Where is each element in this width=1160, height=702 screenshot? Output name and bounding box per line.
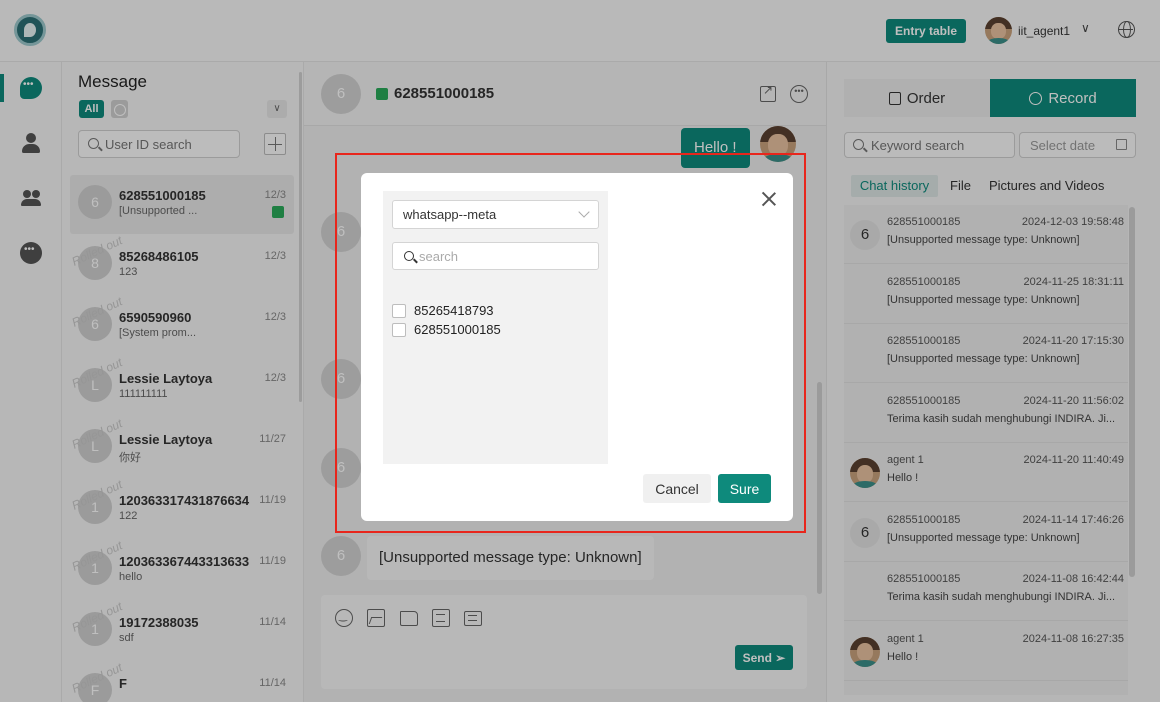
account-select[interactable]: whatsapp--meta — [392, 200, 599, 229]
app-root: Entry table iit_agent1 ∨ Message All ∨ 6… — [0, 0, 1160, 702]
select-account-dialog: whatsapp--meta 85265418793 628551000185 … — [361, 173, 793, 521]
chevron-down-icon — [578, 206, 590, 218]
account-select-value: whatsapp--meta — [403, 207, 497, 222]
option-checkbox[interactable] — [392, 304, 406, 318]
sure-button[interactable]: Sure — [718, 474, 771, 503]
account-selector-panel: whatsapp--meta 85265418793 628551000185 — [383, 191, 608, 464]
close-icon[interactable] — [761, 191, 777, 207]
modal-search-input[interactable] — [419, 247, 589, 265]
search-icon — [404, 251, 414, 261]
option-label: 628551000185 — [414, 322, 501, 337]
modal-search[interactable] — [392, 242, 599, 270]
cancel-button[interactable]: Cancel — [643, 474, 711, 503]
option-checkbox[interactable] — [392, 323, 406, 337]
option-label: 85265418793 — [414, 303, 494, 318]
